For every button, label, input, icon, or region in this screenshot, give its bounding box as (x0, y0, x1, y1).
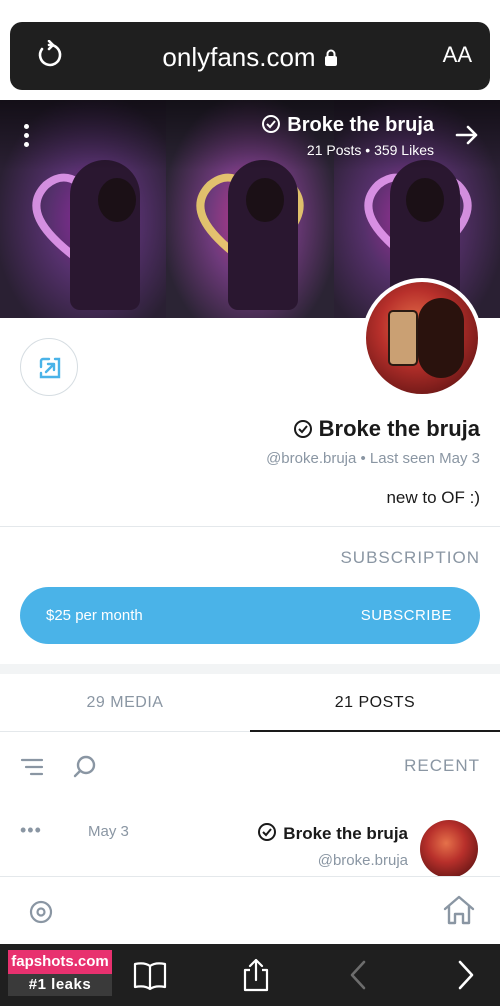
verified-badge-icon (262, 115, 281, 133)
subscribe-button[interactable]: $25 per month SUBSCRIBE (20, 587, 480, 644)
banner-stats: 21 Posts • 359 Likes (306, 142, 434, 158)
subscribe-price: $25 per month (46, 607, 143, 624)
arrow-right-icon[interactable] (454, 122, 480, 148)
divider (0, 526, 500, 527)
bookmarks-icon[interactable] (132, 958, 168, 992)
post-date: May 3 (88, 823, 129, 840)
share-profile-button[interactable] (20, 338, 78, 396)
avatar-hair (418, 298, 464, 378)
subscribe-label: SUBSCRIBE (360, 607, 452, 624)
profile-avatar[interactable] (362, 278, 482, 398)
kebab-icon[interactable] (24, 124, 30, 148)
banner-title: Broke the bruja (261, 114, 434, 137)
forward-icon[interactable] (446, 958, 482, 992)
post-author-name[interactable]: Broke the bruja (257, 822, 408, 844)
browser-top-bar: onlyfans.com AA (0, 0, 500, 100)
post-author-text: Broke the bruja (283, 824, 408, 843)
address-bar[interactable]: onlyfans.com AA (10, 22, 490, 90)
photo-head (98, 178, 136, 222)
app-bottom-nav (0, 876, 500, 944)
watermark: fapshots.com #1 leaks (8, 950, 112, 998)
verified-badge-icon (293, 420, 312, 438)
profile-handle: @broke.bruja • Last seen May 3 (266, 450, 480, 467)
tab-media[interactable]: 29 MEDIA (0, 674, 250, 732)
avatar-phone (388, 310, 418, 366)
post-author-handle: @broke.bruja (317, 852, 408, 869)
url-text[interactable]: onlyfans.com (162, 42, 315, 72)
lock-icon (324, 49, 337, 66)
photo-head (246, 178, 284, 222)
filter-icon[interactable] (20, 756, 44, 778)
watermark-site: fapshots.com (8, 950, 112, 974)
feed-sort-label[interactable]: RECENT (404, 756, 480, 776)
profile-bio: new to OF :) (386, 488, 480, 507)
text-size-button[interactable]: AA (443, 42, 472, 68)
share-icon (39, 357, 61, 379)
profile-tabs: 21 POSTS 29 MEDIA (0, 674, 500, 732)
tab-posts[interactable]: 21 POSTS (250, 674, 500, 732)
photo-head (406, 178, 444, 222)
verified-badge-icon (258, 823, 277, 841)
profile-name: Broke the bruja (293, 416, 480, 442)
share-icon[interactable] (238, 958, 274, 992)
circle-profile-icon[interactable] (28, 899, 54, 925)
subscription-heading: SUBSCRIPTION (340, 548, 480, 567)
post-more-button[interactable]: ••• (20, 820, 42, 841)
watermark-tagline: #1 leaks (8, 974, 112, 996)
section-separator (0, 664, 500, 674)
post-author-avatar[interactable] (420, 820, 478, 878)
banner-title-text: Broke the bruja (287, 114, 434, 136)
home-icon[interactable] (442, 893, 476, 927)
profile-name-text: Broke the bruja (318, 416, 480, 441)
back-icon[interactable] (342, 958, 378, 992)
search-icon[interactable] (72, 754, 98, 780)
